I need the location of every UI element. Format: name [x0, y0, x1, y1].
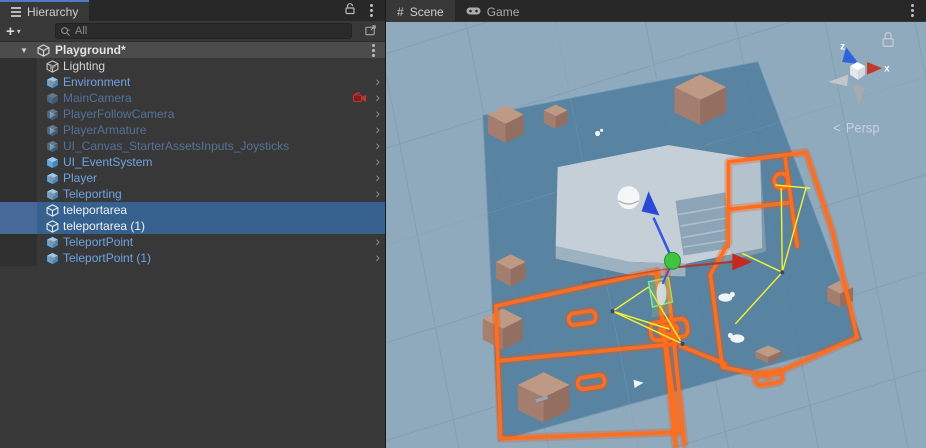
- prefab-open-chevron[interactable]: ›: [375, 186, 380, 201]
- prefab-open-chevron[interactable]: ›: [375, 250, 380, 265]
- hierarchy-item-player[interactable]: ▶ Player ›: [0, 170, 385, 186]
- hierarchy-search-input[interactable]: All: [55, 23, 352, 39]
- z-axis-label: z: [840, 41, 845, 52]
- unity-scene-icon: [37, 44, 50, 57]
- hierarchy-item-playerfollowcamera[interactable]: ▶PlayerFollowCamera›: [0, 106, 385, 122]
- foldout-arrow-icon[interactable]: ▶: [47, 190, 59, 199]
- hierarchy-item-label: Teleporting: [63, 187, 122, 201]
- selected-object-highlight: [649, 278, 673, 318]
- scene-header-playground[interactable]: ▼ Playground*: [0, 42, 385, 58]
- foldout-arrow-icon[interactable]: ▶: [47, 78, 59, 87]
- scene-tab-label: Scene: [410, 5, 444, 19]
- scene-view-panel: # Scene Game Shaded ▾ 2D: [386, 0, 926, 448]
- gameobject-cube-icon: [46, 204, 59, 217]
- search-icon: [60, 26, 71, 37]
- prefab-open-chevron[interactable]: ›: [375, 74, 380, 89]
- hierarchy-tabstrip: Hierarchy: [0, 0, 385, 21]
- prefab-open-chevron[interactable]: ›: [375, 170, 380, 185]
- hierarchy-search-placeholder: All: [75, 25, 87, 37]
- prefab-cube-icon: [46, 108, 59, 121]
- x-axis-label: x: [884, 63, 890, 74]
- hierarchy-panel: Hierarchy + ▾ All ▼: [0, 0, 385, 448]
- persp-projection-toggle[interactable]: <Persp: [833, 120, 879, 135]
- prefab-open-chevron[interactable]: ›: [375, 234, 380, 249]
- lock-icon[interactable]: [344, 2, 356, 20]
- hierarchy-item-label: PlayerArmature: [63, 123, 146, 137]
- tab-scene[interactable]: # Scene: [386, 0, 455, 21]
- unity-editor-window: Hierarchy + ▾ All ▼: [0, 0, 926, 448]
- hierarchy-item-label: TeleportPoint: [63, 235, 133, 249]
- sphere-prop: [618, 186, 640, 209]
- scene-menu-icon[interactable]: [372, 49, 375, 52]
- hierarchy-item-label: PlayerFollowCamera: [63, 107, 174, 121]
- hierarchy-item-maincamera[interactable]: MainCamera ›: [0, 90, 385, 106]
- foldout-arrow-icon[interactable]: ▶: [47, 174, 59, 183]
- hierarchy-item-list: ▶ Lighting ▶ Environment › MainCamera › ▶ Player…: [0, 58, 385, 266]
- hierarchy-item-ui-canvas-starterassetsinputs-joysticks[interactable]: ▶UI_Canvas_StarterAssetsInputs_Joysticks…: [0, 138, 385, 154]
- tab-game[interactable]: Game: [455, 0, 531, 21]
- scene-tabstrip: # Scene Game: [386, 0, 926, 21]
- hierarchy-item-label: MainCamera: [63, 91, 132, 105]
- hierarchy-item-environment[interactable]: ▶ Environment ›: [0, 74, 385, 90]
- prefab-cube-icon: [46, 92, 59, 105]
- gameobject-cube-icon: [46, 220, 59, 233]
- hierarchy-item-ui-eventsystem[interactable]: UI_EventSystem ›: [0, 154, 385, 170]
- hierarchy-tab-label: Hierarchy: [27, 5, 78, 19]
- hierarchy-item-teleportpoint[interactable]: ▶ TeleportPoint ›: [0, 234, 385, 250]
- prefab-cube-icon: [46, 140, 59, 153]
- scene-grid-icon: #: [397, 5, 404, 19]
- hierarchy-item-label: teleportarea: [63, 203, 127, 217]
- hierarchy-item-label: Environment: [63, 75, 130, 89]
- hierarchy-menu-icon[interactable]: [370, 9, 373, 12]
- foldout-arrow-icon[interactable]: ▶: [47, 62, 59, 71]
- hierarchy-item-teleporting[interactable]: ▶ Teleporting ›: [0, 186, 385, 202]
- prefab-open-chevron[interactable]: ›: [375, 154, 380, 169]
- hierarchy-item-playerarmature[interactable]: ▶PlayerArmature›: [0, 122, 385, 138]
- scene-canvas[interactable]: z x <Persp: [386, 22, 926, 448]
- hierarchy-toolbar: + ▾ All: [0, 21, 385, 42]
- prefab-open-chevron[interactable]: ›: [375, 106, 380, 121]
- foldout-arrow-icon[interactable]: ▼: [20, 46, 37, 55]
- camera-gizmo-icon[interactable]: [353, 92, 367, 104]
- hierarchy-item-teleportpoint-1[interactable]: ▶ TeleportPoint (1) ›: [0, 250, 385, 266]
- prefab-open-chevron[interactable]: ›: [375, 138, 380, 153]
- prefab-open-chevron[interactable]: ›: [375, 122, 380, 137]
- gamepad-icon: [466, 5, 481, 19]
- prefab-cube-icon: [46, 124, 59, 137]
- hierarchy-item-teleportarea[interactable]: teleportarea: [0, 202, 385, 218]
- tab-hierarchy[interactable]: Hierarchy: [0, 0, 89, 21]
- search-in-window-icon[interactable]: [364, 24, 377, 42]
- hierarchy-item-label: Player: [63, 171, 97, 185]
- prefab-open-chevron[interactable]: ›: [375, 90, 380, 105]
- scene-name-label: Playground*: [55, 43, 126, 57]
- game-tab-label: Game: [487, 5, 520, 19]
- y-axis-handle: [664, 252, 680, 269]
- hierarchy-item-label: UI_Canvas_StarterAssetsInputs_Joysticks: [63, 139, 289, 153]
- create-object-button[interactable]: + ▾: [6, 24, 21, 39]
- hierarchy-item-lighting[interactable]: ▶ Lighting: [0, 58, 385, 74]
- foldout-arrow-icon[interactable]: ▶: [47, 254, 59, 263]
- foldout-arrow-icon[interactable]: ▶: [47, 238, 59, 247]
- hierarchy-item-label: TeleportPoint (1): [63, 251, 151, 265]
- prefab-cube-icon: [46, 156, 59, 169]
- hierarchy-item-label: Lighting: [63, 59, 105, 73]
- hierarchy-item-teleportarea-1[interactable]: teleportarea (1): [0, 218, 385, 234]
- hierarchy-item-label: UI_EventSystem: [63, 155, 152, 169]
- hierarchy-list-icon: [11, 11, 21, 13]
- scene-view-menu-icon[interactable]: [911, 9, 914, 12]
- hierarchy-item-label: teleportarea (1): [63, 219, 145, 233]
